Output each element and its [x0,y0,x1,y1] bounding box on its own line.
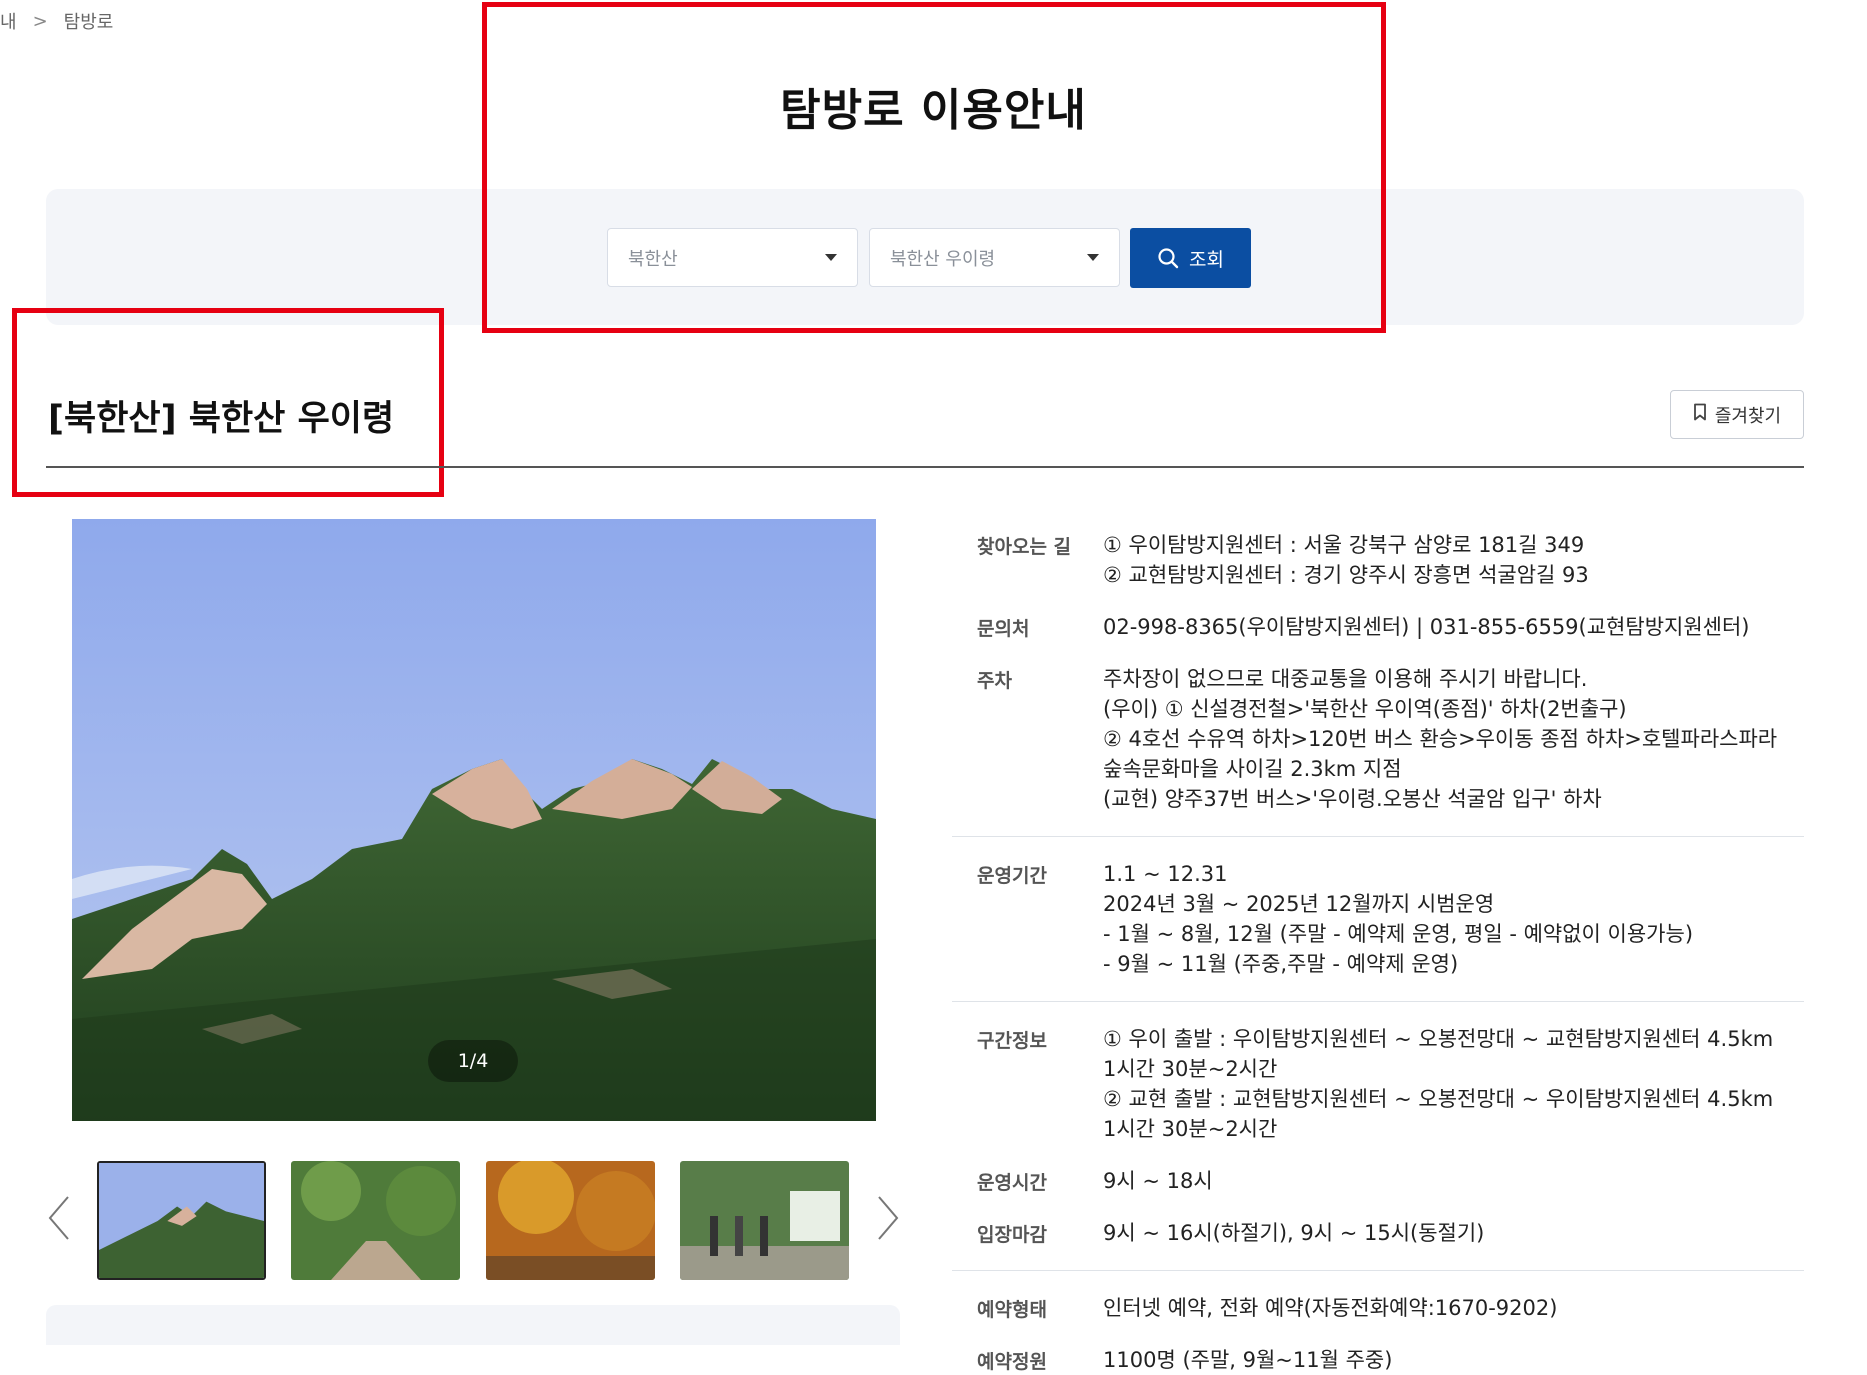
info-label: 문의처 [977,618,1030,640]
info-line: ② 교현 출발 : 교현탐방지원센터 ~ 오봉전망대 ~ 우이탐방지원센터 4.… [1103,1087,1774,1111]
info-line: - 9월 ~ 11월 (주중,주말 - 예약제 운영) [1103,952,1459,976]
breadcrumb-current[interactable]: 탐방로 [64,8,114,34]
info-line: 숲속문화마을 사이길 2.3km 지점 [1103,757,1402,781]
info-row-directions: 찾아오는 길 ① 우이탐방지원센터 : 서울 강북구 삼양로 181길 349 … [952,530,1804,590]
info-value: ① 우이탐방지원센터 : 서울 강북구 삼양로 181길 349 ② 교현탐방지… [1103,530,1589,590]
info-row-capacity: 예약정원 1100명 (주말, 9월~11월 주중) [952,1345,1804,1375]
info-line: (교현) 양주37번 버스>'우이령.오봉산 석굴암 입구' 하차 [1103,787,1602,811]
info-value: 1100명 (주말, 9월~11월 주중) [1103,1345,1392,1375]
thumbnail-1[interactable] [97,1161,266,1280]
info-line: - 1월 ~ 8월, 12월 (주말 - 예약제 운영, 평일 - 예약없이 이… [1103,922,1694,946]
info-line: 1시간 30분~2시간 [1103,1117,1278,1141]
next-thumb-button[interactable] [873,1195,903,1245]
prev-thumb-button[interactable] [44,1195,74,1245]
chevron-right-icon [876,1195,900,1245]
info-line: ② 4호선 수유역 하차>120번 버스 환승>우이동 종점 하차>호텔파라스파… [1103,727,1778,751]
trail-title: [북한산] 북한산 우이령 [48,399,395,439]
info-value: 인터넷 예약, 전화 예약(자동전화예약:1670-9202) [1103,1293,1557,1323]
info-label: 운영기간 [977,865,1047,887]
chevron-left-icon [47,1195,71,1245]
main-photo [72,519,876,1121]
info-row-closing: 입장마감 9시 ~ 16시(하절기), 9시 ~ 15시(동절기) [952,1218,1804,1248]
info-line: 1100명 (주말, 9월~11월 주중) [1103,1348,1393,1372]
info-line: 주차장이 없으므로 대중교통을 이용해 주시기 바랍니다. [1103,667,1588,691]
info-value: 1.1 ~ 12.31 2024년 3월 ~ 2025년 12월까지 시범운영 … [1103,859,1693,979]
bottom-panel [46,1305,900,1345]
info-line: (우이) ① 신설경전철>'북한산 우이역(종점)' 하차(2번출구) [1103,697,1627,721]
info-row-section: 구간정보 ① 우이 출발 : 우이탐방지원센터 ~ 오봉전망대 ~ 교현탐방지원… [952,1024,1804,1144]
info-label: 예약정원 [977,1351,1047,1373]
info-line: 인터넷 예약, 전화 예약(자동전화예약:1670-9202) [1103,1296,1558,1320]
info-value: 9시 ~ 18시 [1103,1166,1213,1196]
info-line: 9시 ~ 18시 [1103,1169,1213,1193]
info-row-period: 운영기간 1.1 ~ 12.31 2024년 3월 ~ 2025년 12월까지 … [952,859,1804,979]
trail-info: 찾아오는 길 ① 우이탐방지원센터 : 서울 강북구 삼양로 181길 349 … [952,530,1804,1375]
info-divider [952,1270,1804,1271]
thumbnail-3[interactable] [486,1161,655,1280]
title-divider [46,466,1804,468]
info-row-hours: 운영시간 9시 ~ 18시 [952,1166,1804,1196]
info-label: 구간정보 [977,1030,1047,1052]
info-row-parking: 주차 주차장이 없으므로 대중교통을 이용해 주시기 바랍니다. (우이) ① … [952,664,1804,814]
breadcrumb-separator: > [32,10,48,32]
info-label: 운영시간 [977,1172,1047,1194]
info-line: 9시 ~ 16시(하절기), 9시 ~ 15시(동절기) [1103,1221,1485,1245]
info-divider [952,1001,1804,1002]
info-row-reservation: 예약형태 인터넷 예약, 전화 예약(자동전화예약:1670-9202) [952,1293,1804,1323]
info-row-contact: 문의처 02-998-8365(우이탐방지원센터) | 031-855-6559… [952,612,1804,642]
info-label: 입장마감 [977,1224,1047,1246]
info-line: 02-998-8365(우이탐방지원센터) | 031-855-6559(교현탐… [1103,615,1750,639]
photo-counter: 1/4 [428,1040,518,1082]
info-value: 9시 ~ 16시(하절기), 9시 ~ 15시(동절기) [1103,1218,1484,1248]
info-line: ② 교현탐방지원센터 : 경기 양주시 장흥면 석굴암길 93 [1103,563,1589,587]
thumbnail-4[interactable] [680,1161,849,1280]
favorite-label: 즐겨찾기 [1714,405,1782,427]
info-label: 주차 [977,670,1012,692]
info-label: 찾아오는 길 [977,536,1072,558]
info-divider [952,836,1804,837]
info-line: ① 우이 출발 : 우이탐방지원센터 ~ 오봉전망대 ~ 교현탐방지원센터 4.… [1103,1027,1774,1051]
bookmark-icon [1693,403,1707,426]
breadcrumb-prev[interactable]: 내 [0,8,17,34]
info-label: 예약형태 [977,1299,1047,1321]
info-line: 1.1 ~ 12.31 [1103,862,1228,886]
info-value: 주차장이 없으므로 대중교통을 이용해 주시기 바랍니다. (우이) ① 신설경… [1103,664,1777,814]
info-value: 02-998-8365(우이탐방지원센터) | 031-855-6559(교현탐… [1103,612,1749,642]
info-line: 1시간 30분~2시간 [1103,1057,1278,1081]
favorite-button[interactable]: 즐겨찾기 [1670,390,1804,439]
highlight-box-search [482,2,1386,333]
info-line: 2024년 3월 ~ 2025년 12월까지 시범운영 [1103,892,1495,916]
thumbnail-2[interactable] [291,1161,460,1280]
info-value: ① 우이 출발 : 우이탐방지원센터 ~ 오봉전망대 ~ 교현탐방지원센터 4.… [1103,1024,1773,1144]
info-line: ① 우이탐방지원센터 : 서울 강북구 삼양로 181길 349 [1103,533,1585,557]
breadcrumb: 내 > 탐방로 [0,8,113,34]
